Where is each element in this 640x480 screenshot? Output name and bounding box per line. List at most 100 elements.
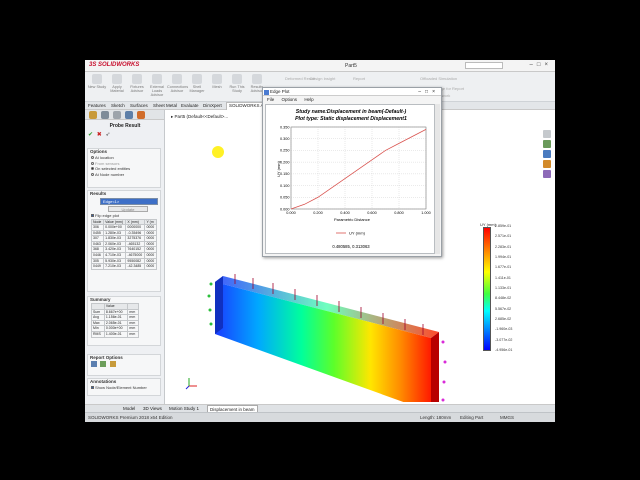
tab-model[interactable]: Model — [123, 406, 135, 411]
beam-model[interactable] — [195, 272, 475, 402]
configuration-icon[interactable] — [113, 111, 121, 119]
ribbon-button-connections[interactable]: Connections Advisor — [167, 74, 188, 100]
results-header[interactable]: Results — [88, 191, 160, 197]
cursor-highlight — [212, 146, 224, 158]
summary-table: Value Sum 8.667e+00 mm Avg 1.156e-01 mm Max 2.0… — [91, 303, 139, 338]
ok-icon[interactable]: ✔ — [88, 132, 93, 138]
option-at-node-number[interactable]: At Node number — [88, 172, 160, 178]
legend-label: 2.859e-01 — [495, 224, 512, 228]
ribbon-button-apply-material[interactable]: Apply Material — [107, 74, 127, 100]
chart-ylabel: UY (mm) — [276, 160, 281, 177]
bottom-tabs: Model 3D Views Motion Study 1 Displaceme… — [85, 404, 555, 413]
plot-frame — [290, 126, 427, 210]
pushpin-icon[interactable]: ➶ — [105, 132, 110, 138]
edge-plot-menu: File Options Help — [263, 96, 441, 103]
y-tick-label: 0.150 — [280, 172, 290, 176]
update-button[interactable]: Update — [108, 206, 148, 212]
legend-label: 1.133e-01 — [495, 286, 512, 290]
chart-plot-type-title: Plot type: Static displacement Displacem… — [295, 116, 407, 122]
ribbon-button-shell[interactable]: Shell Manager — [187, 74, 207, 100]
legend-label: 8.448e-02 — [495, 296, 512, 301]
status-mode: Editing Part — [460, 415, 484, 420]
tab-evaluate[interactable]: Evaluate — [181, 103, 199, 108]
summary-cell: RMS — [91, 331, 105, 338]
resources-icon[interactable] — [543, 130, 551, 138]
study-icon — [92, 74, 102, 84]
fixture-markers — [207, 282, 213, 326]
cancel-icon[interactable]: ✖ — [97, 132, 102, 138]
legend-label: -3.077e-02 — [495, 337, 513, 342]
report-icons — [88, 361, 160, 369]
menu-help[interactable]: Help — [304, 97, 313, 102]
feature-tree-icon[interactable] — [89, 111, 97, 119]
ribbon-design-insight[interactable]: Design Insight — [310, 76, 335, 81]
dialog-window-controls[interactable]: –□× — [418, 88, 439, 96]
table-cell: -42.3485 — [125, 263, 146, 270]
solidworks-logo[interactable]: 3S SOLIDWORKS — [89, 62, 139, 68]
plot-window-icon — [264, 89, 269, 95]
dimxpert-icon[interactable] — [125, 111, 133, 119]
ribbon-report[interactable]: Report — [353, 76, 365, 81]
table-row[interactable]: 0449 7.210e-03 -42.3485 0000 — [90, 263, 157, 270]
radio-icon — [91, 156, 94, 160]
graph-icon[interactable] — [109, 361, 116, 367]
property-manager-icon[interactable] — [101, 111, 109, 119]
save-icon[interactable] — [91, 361, 97, 367]
excel-icon[interactable] — [100, 361, 107, 367]
tab-motion-study[interactable]: Motion Study 1 — [169, 406, 199, 411]
triad-icon — [185, 378, 197, 390]
y-tick-label: 0.350 — [280, 125, 290, 129]
appearances-icon[interactable] — [543, 160, 551, 168]
summary-table-body: Sum 8.667e+00 mm Avg 1.156e-01 mm Max 2.065e-01… — [91, 308, 139, 338]
display-manager-icon[interactable] — [137, 111, 145, 119]
edge-plot-dialog: Edge Plot –□× File Options Help Study na… — [262, 87, 442, 257]
feature-tree-root[interactable]: ▸ Part5 (Default<<Default>... — [171, 114, 228, 120]
tab-dimxpert[interactable]: DimXpert — [203, 103, 222, 108]
legend-label: 5.567e-02 — [495, 306, 512, 311]
summary-row: Min 0.000e+00 mm — [91, 325, 139, 332]
table-cell: 0449 — [90, 263, 105, 270]
ribbon-button-run[interactable]: Run This Study — [227, 74, 247, 100]
menu-options[interactable]: Options — [282, 97, 298, 102]
run-icon — [232, 74, 242, 84]
mesh-icon — [212, 74, 222, 84]
menu-file[interactable]: File — [267, 97, 274, 102]
edge-plot-titlebar[interactable]: Edge Plot –□× — [263, 88, 441, 96]
beam-front-face — [215, 282, 431, 402]
file-explorer-icon[interactable] — [543, 150, 551, 158]
tab-features[interactable]: Features — [88, 103, 106, 108]
results-icon — [252, 74, 262, 84]
results-section: Results Edge<1> Update Flip edge plot No… — [87, 190, 161, 292]
legend-label: 2.283e-01 — [495, 244, 512, 249]
dialog-scrollbar[interactable] — [435, 104, 440, 254]
checkbox-checked-icon — [91, 386, 94, 390]
fixture-icon — [132, 74, 142, 84]
tab-sketch[interactable]: Sketch — [111, 103, 125, 108]
pm-action-buttons: ✔ ✖ ➶ — [88, 131, 110, 138]
ribbon-button-new-study[interactable]: New Study — [87, 74, 107, 100]
show-node-number-checkbox[interactable]: Show Node/Element Number — [88, 385, 160, 391]
y-tick-label: 0.200 — [280, 160, 290, 164]
search-input[interactable] — [465, 62, 503, 69]
ribbon-offloaded-simulation[interactable]: Offloaded Simulation — [420, 76, 457, 81]
tab-sheet-metal[interactable]: Sheet Metal — [153, 103, 177, 108]
ribbon-button-loads[interactable]: External Loads Advisor — [147, 74, 167, 100]
tab-surfaces[interactable]: Surfaces — [130, 103, 148, 108]
table-cell: -4675000 — [125, 252, 146, 259]
cursor-readout: 0.480585, 0.313063 — [332, 244, 370, 249]
annotations-section: Annotations Show Node/Element Number — [87, 378, 161, 396]
legend-label: 1.411e-01 — [495, 275, 511, 280]
ribbon-button-fixtures[interactable]: Fixtures Advisor — [127, 74, 147, 100]
design-library-icon[interactable] — [543, 140, 551, 148]
y-tick-label: 0.050 — [280, 196, 290, 200]
status-bar: SOLIDWORKS Premium 2018 x64 Edition Leng… — [85, 412, 555, 422]
custom-properties-icon[interactable] — [543, 170, 551, 178]
col-value: Value (mm) — [103, 218, 127, 226]
chart-grid — [290, 126, 427, 210]
selection-box[interactable]: Edge<1> — [100, 198, 158, 205]
ribbon-button-mesh[interactable]: Mesh — [207, 74, 227, 100]
legend-label: 2.571e-01 — [495, 234, 512, 239]
window-controls[interactable]: –□× — [530, 62, 552, 68]
status-units[interactable]: MMGS — [500, 415, 514, 420]
tab-3d-views[interactable]: 3D Views — [143, 406, 162, 411]
